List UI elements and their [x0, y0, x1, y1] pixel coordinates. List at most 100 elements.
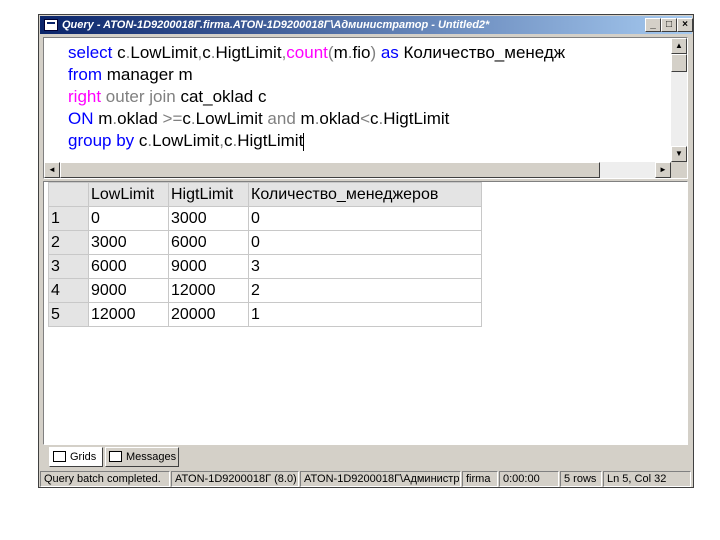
cell-manager-count[interactable]: 1 [248, 302, 482, 327]
sql-token: group by [68, 131, 139, 150]
sql-line[interactable]: group by c.LowLimit,c.HigtLimit [68, 130, 565, 152]
row-number[interactable]: 3 [48, 254, 89, 279]
tab-grids[interactable]: Grids [49, 447, 103, 467]
text-cursor [303, 132, 305, 151]
sql-token: c [370, 109, 379, 128]
scroll-left-arrow-icon[interactable]: ◄ [44, 162, 60, 178]
results-grid[interactable]: LowLimit HigtLimit Количество_менеджеров… [43, 181, 688, 445]
sql-token: LowLimit [195, 109, 268, 128]
cell-lowlimit[interactable]: 0 [88, 206, 169, 231]
sql-token: right [68, 87, 106, 106]
status-row-count: 5 rows [560, 471, 602, 487]
cell-lowlimit[interactable]: 3000 [88, 230, 169, 255]
cell-higtlimit[interactable]: 3000 [168, 206, 249, 231]
sql-token: >= [162, 109, 183, 128]
sql-token: outer join [105, 87, 181, 106]
row-number[interactable]: 1 [48, 206, 89, 231]
status-cursor-position: Ln 5, Col 32 [603, 471, 691, 487]
scroll-right-arrow-icon[interactable]: ► [655, 162, 671, 178]
vertical-scroll-thumb[interactable] [671, 54, 687, 72]
cell-lowlimit[interactable]: 6000 [88, 254, 169, 279]
sql-line[interactable]: select c.LowLimit,c.HigtLimit,count(m.fi… [68, 42, 565, 64]
sql-token: as [376, 43, 404, 62]
cell-manager-count[interactable]: 3 [248, 254, 482, 279]
scroll-down-arrow-icon[interactable]: ▼ [671, 146, 687, 162]
sql-token: < [360, 109, 370, 128]
sql-token: manager m [106, 65, 193, 84]
status-user: ATON-1D9200018Г\Администра [300, 471, 461, 487]
sql-token: HigtLimit [215, 43, 282, 62]
sql-line[interactable]: ON m.oklad >=c.LowLimit and m.oklad<c.Hi… [68, 108, 565, 130]
minimize-button[interactable]: _ [645, 18, 661, 32]
corner-cell[interactable] [48, 182, 89, 207]
editor-horizontal-scrollbar[interactable]: ◄ ► [44, 162, 671, 178]
sql-token: oklad [319, 109, 361, 128]
status-database: firma [462, 471, 498, 487]
cell-manager-count[interactable]: 0 [248, 230, 482, 255]
row-number[interactable]: 4 [48, 278, 89, 303]
messages-icon [109, 451, 122, 462]
results-table: LowLimit HigtLimit Количество_менеджеров… [48, 182, 482, 327]
sql-token: c [202, 43, 211, 62]
tab-messages[interactable]: Messages [105, 447, 179, 467]
sql-token: from [68, 65, 107, 84]
table-row[interactable]: 2 3000 6000 0 [48, 230, 482, 255]
cell-manager-count[interactable]: 0 [248, 206, 482, 231]
window-title: Query - ATON-1D9200018Г.firma.ATON-1D920… [62, 19, 490, 31]
editor-vertical-scrollbar[interactable]: ▲ ▼ [671, 38, 687, 162]
status-elapsed-time: 0:00:00 [499, 471, 559, 487]
sql-line[interactable]: right outer join cat_oklad c [68, 86, 565, 108]
cell-higtlimit[interactable]: 12000 [168, 278, 249, 303]
tab-grids-label: Grids [70, 451, 97, 463]
tab-messages-label: Messages [126, 451, 177, 463]
cell-higtlimit[interactable]: 20000 [168, 302, 249, 327]
sql-token: cat_oklad c [180, 87, 267, 106]
scroll-up-arrow-icon[interactable]: ▲ [671, 38, 687, 54]
sql-token: HigtLimit [383, 109, 450, 128]
sql-token: Количество_менедж [403, 43, 566, 62]
sql-line[interactable]: from manager m [68, 64, 565, 86]
close-button[interactable]: × [677, 18, 693, 32]
maximize-button[interactable]: □ [661, 18, 677, 32]
sql-token: c [182, 109, 191, 128]
sql-token: LowLimit [130, 43, 198, 62]
column-header-manager-count[interactable]: Количество_менеджеров [248, 182, 482, 207]
status-server: ATON-1D9200018Г (8.0) [171, 471, 299, 487]
sql-text[interactable]: select c.LowLimit,c.HigtLimit,count(m.fi… [68, 42, 565, 152]
sql-token: ON [68, 109, 99, 128]
column-header-lowlimit[interactable]: LowLimit [88, 182, 169, 207]
row-number[interactable]: 5 [48, 302, 89, 327]
query-window-icon [44, 19, 58, 31]
cell-higtlimit[interactable]: 9000 [168, 254, 249, 279]
sql-token: count [286, 43, 328, 62]
grid-icon [53, 451, 66, 462]
table-row[interactable]: 3 6000 9000 3 [48, 254, 482, 279]
sql-token: c [117, 43, 126, 62]
scrollbar-corner [671, 162, 687, 178]
table-row[interactable]: 4 9000 12000 2 [48, 278, 482, 303]
sql-token: m [98, 109, 113, 128]
sql-token: select [68, 43, 118, 62]
sql-token: oklad [117, 109, 163, 128]
cell-lowlimit[interactable]: 9000 [88, 278, 169, 303]
sql-token: m [333, 43, 348, 62]
header-row: LowLimit HigtLimit Количество_менеджеров [48, 182, 482, 207]
sql-token: HigtLimit [237, 131, 304, 150]
sql-editor[interactable]: select c.LowLimit,c.HigtLimit,count(m.fi… [43, 37, 688, 179]
status-bar: Query batch completed. ATON-1D9200018Г (… [40, 471, 692, 487]
sql-token: m [300, 109, 315, 128]
query-window: Query - ATON-1D9200018Г.firma.ATON-1D920… [38, 14, 694, 488]
horizontal-scroll-thumb[interactable] [60, 162, 600, 178]
sql-token: and [267, 109, 301, 128]
title-bar[interactable]: Query - ATON-1D9200018Г.firma.ATON-1D920… [40, 16, 693, 34]
sql-token: LowLimit [152, 131, 220, 150]
table-row[interactable]: 1 0 3000 0 [48, 206, 482, 231]
sql-token: fio [352, 43, 371, 62]
column-header-higtlimit[interactable]: HigtLimit [168, 182, 249, 207]
cell-lowlimit[interactable]: 12000 [88, 302, 169, 327]
cell-higtlimit[interactable]: 6000 [168, 230, 249, 255]
status-message: Query batch completed. [40, 471, 170, 487]
cell-manager-count[interactable]: 2 [248, 278, 482, 303]
row-number[interactable]: 2 [48, 230, 89, 255]
table-row[interactable]: 5 12000 20000 1 [48, 302, 482, 327]
